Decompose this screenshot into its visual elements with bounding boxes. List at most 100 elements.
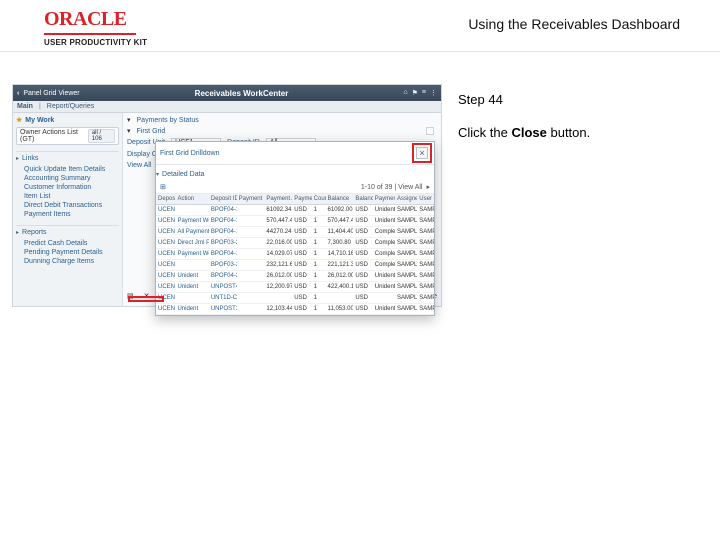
table-row[interactable]: UCENAll PaymentsBPOF04-1844270.24USD111,…	[156, 227, 434, 238]
table-cell: Unident	[373, 216, 395, 227]
table-cell: SAMPLE	[417, 260, 434, 271]
mywork-label: My Work	[25, 117, 54, 124]
table-cell: SAMPLE	[395, 216, 417, 227]
table-cell: Unident	[373, 205, 395, 216]
oracle-logo: ORACLE	[44, 8, 136, 35]
table-cell: 1	[312, 293, 326, 304]
table-row[interactable]: UCENUnidentUNPOST3-3112,103.44USD111,053…	[156, 304, 434, 315]
col-head[interactable]: Assigned Operator ID	[395, 194, 417, 205]
col-head[interactable]: Payment Amount	[264, 194, 292, 205]
table-row[interactable]: UCENDirect Jrnl PaymentsBPOF03-2022,016.…	[156, 238, 434, 249]
owner-actions-pill[interactable]: Owner Actions List (GT) all / 106	[16, 127, 119, 145]
table-cell: SAMPLE	[417, 227, 434, 238]
sidebar-link[interactable]: Accounting Summary	[16, 174, 119, 183]
sidebar-link[interactable]: Customer Information	[16, 183, 119, 192]
table-cell	[237, 260, 265, 271]
table-row[interactable]: UCENBPOF03-26232,121.62USD1221,121.38USD…	[156, 260, 434, 271]
sidebar-link[interactable]: Dunning Charge Items	[16, 257, 119, 266]
col-head[interactable]: Action	[175, 194, 208, 205]
table-cell	[237, 205, 265, 216]
sidebar-link[interactable]: Predict Cash Details	[16, 239, 119, 248]
grid-pager[interactable]: 1-10 of 39 | View All	[361, 184, 423, 191]
col-head[interactable]: Count	[312, 194, 326, 205]
table-cell: USD	[353, 216, 372, 227]
crumb-reports[interactable]: Report/Queries	[47, 103, 94, 110]
table-cell: USD	[353, 293, 372, 304]
table-row[interactable]: UCENUnidentBPOF04-2126,012.00USD126,012.…	[156, 271, 434, 282]
col-head[interactable]: Deposit ID	[209, 194, 237, 205]
col-head[interactable]: Deposit Unit	[156, 194, 175, 205]
table-cell: BPOF04-18	[209, 205, 237, 216]
table-row[interactable]: UCENBPOF04-1861092.34USD161092.00USDUnid…	[156, 205, 434, 216]
sidebar-link[interactable]: Payment Items	[16, 210, 119, 219]
table-cell: USD	[292, 293, 311, 304]
table-cell: Payment Worksheet	[175, 216, 208, 227]
table-cell: UCEN	[156, 216, 175, 227]
col-head[interactable]: Balance Currency	[353, 194, 372, 205]
home-icon[interactable]: ⌂	[403, 89, 407, 97]
disclosure-icon[interactable]: ▾	[127, 116, 131, 124]
table-cell: SAMPLE	[395, 282, 417, 293]
table-cell: USD	[292, 238, 311, 249]
crumb-main[interactable]: Main	[17, 103, 33, 110]
col-head[interactable]: Payment Currency	[292, 194, 311, 205]
drilldown-modal: First Grid Drilldown × Detailed Data ⊞	[155, 141, 435, 316]
table-cell	[237, 282, 265, 293]
table-cell: 570,447.42	[326, 216, 354, 227]
detailed-data-label: Detailed Data	[162, 171, 204, 178]
links-title: Links	[16, 151, 119, 162]
table-cell: 14,029.07	[264, 249, 292, 260]
table-cell: SAMPLE	[417, 304, 434, 315]
star-icon: ★	[16, 116, 22, 124]
sidebar-link[interactable]: Quick Update Item Details	[16, 165, 119, 174]
col-head[interactable]: Payment Seq	[237, 194, 265, 205]
flag-icon[interactable]: ⚑	[412, 89, 418, 97]
secondary-highlight	[128, 296, 164, 302]
grid-icon[interactable]	[426, 127, 434, 135]
table-cell: 1	[312, 304, 326, 315]
table-row[interactable]: UCENPayment WorksheetBPOF04-18570,447.42…	[156, 216, 434, 227]
back-icon[interactable]: ‹	[17, 90, 19, 97]
table-cell: UNPOST3-31	[209, 304, 237, 315]
table-cell: Payment Worksheet	[175, 249, 208, 260]
table-cell	[237, 238, 265, 249]
sidebar-link[interactable]: Pending Payment Details	[16, 248, 119, 257]
table-cell: 26,012.00	[326, 271, 354, 282]
disclosure-icon[interactable]: ▾	[127, 127, 131, 135]
table-row[interactable]: UCENPayment WorksheetBPOF04-1814,029.07U…	[156, 249, 434, 260]
menu-icon[interactable]: ≡	[422, 89, 426, 97]
sidebar-link[interactable]: Item List	[16, 192, 119, 201]
close-button[interactable]: ×	[416, 147, 428, 159]
table-cell: Complete	[373, 249, 395, 260]
col-head[interactable]: User ID	[417, 194, 434, 205]
table-cell	[373, 293, 395, 304]
table-cell	[326, 293, 354, 304]
col-head[interactable]: Payment Status	[373, 194, 395, 205]
upk-label: USER PRODUCTIVITY KIT	[44, 38, 147, 47]
table-cell: Unident	[373, 304, 395, 315]
table-cell	[237, 227, 265, 238]
table-cell: UNPOST4-22	[209, 282, 237, 293]
sidebar-link[interactable]: Direct Debit Transactions	[16, 201, 119, 210]
table-cell: 12,200.97	[264, 282, 292, 293]
table-cell: 1	[312, 260, 326, 271]
table-row[interactable]: UCENUnidentUNPOST4-2212,200.97USD1422,40…	[156, 282, 434, 293]
table-cell: USD	[292, 271, 311, 282]
table-cell: 570,447.42	[264, 216, 292, 227]
instr-bold: Close	[511, 125, 546, 140]
view-all-link[interactable]: View All	[127, 162, 151, 169]
table-row[interactable]: UCENUNT1D-C4-31USD1USDSAMPLESAMPLE	[156, 293, 434, 304]
overflow-icon[interactable]: ⋮	[430, 89, 437, 97]
table-cell: Unident	[373, 271, 395, 282]
chevron-right-icon[interactable]: ▸	[426, 183, 430, 191]
sidebar: ★ My Work Owner Actions List (GT) all / …	[13, 113, 123, 306]
col-head[interactable]: Balance	[326, 194, 354, 205]
table-cell: SAMPLE	[395, 260, 417, 271]
table-cell: SAMPLE	[417, 238, 434, 249]
table-cell: SAMPLE	[417, 271, 434, 282]
table-cell: Unident	[175, 304, 208, 315]
reports-title: Reports	[16, 225, 119, 236]
table-cell: SAMPLE	[417, 293, 434, 304]
content-area: ▾ Payments by Status ▾ First Grid Deposi…	[123, 113, 441, 306]
instr-prefix: Click the	[458, 125, 511, 140]
